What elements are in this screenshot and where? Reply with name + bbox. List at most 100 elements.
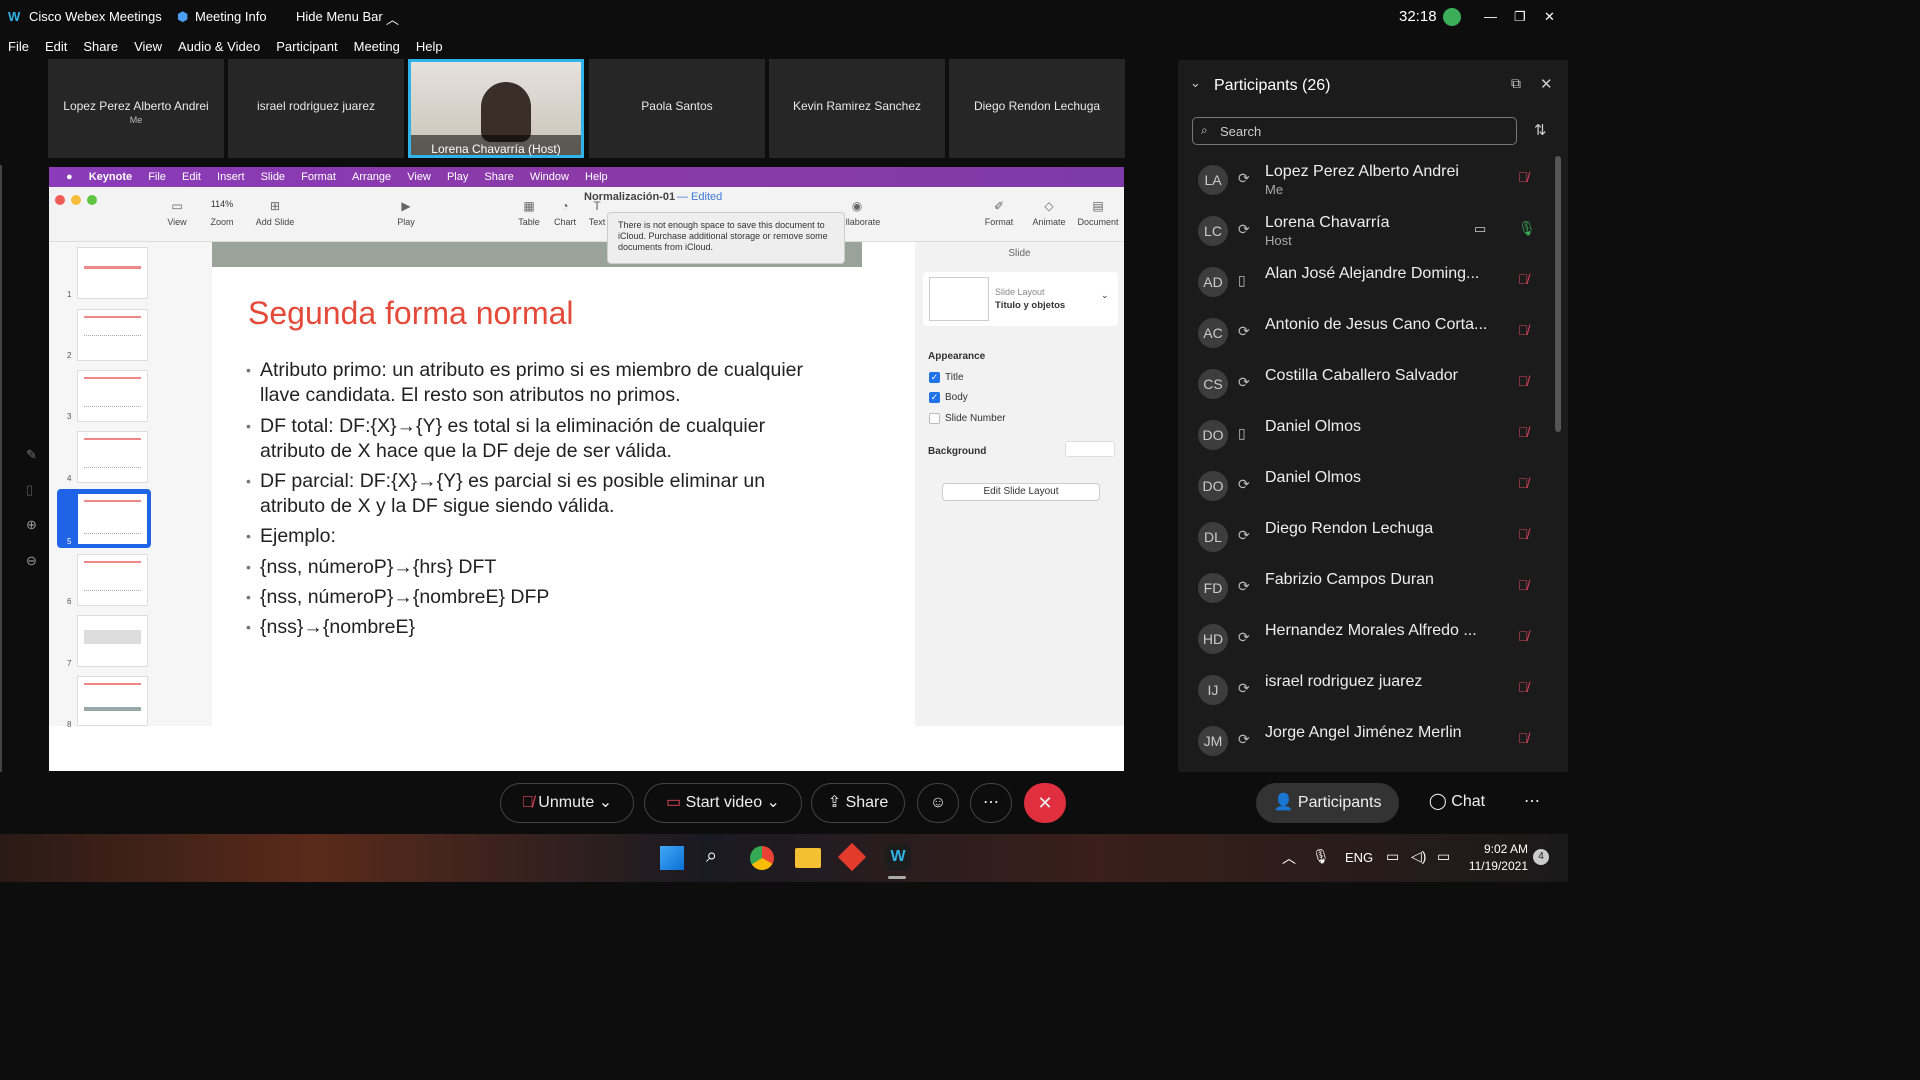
video-tile[interactable]: Diego Rendon Lechuga — [949, 59, 1125, 158]
file-explorer-icon[interactable] — [795, 848, 821, 868]
webex-taskbar-icon[interactable]: W — [885, 844, 911, 870]
inspector-tab[interactable]: Slide — [915, 248, 1124, 259]
menu-participant[interactable]: Participant — [276, 39, 337, 54]
participant-row[interactable]: AC ⟳ Antonio de Jesus Cano Corta... 🎙̸ — [1178, 308, 1558, 359]
slide-thumbnail[interactable] — [77, 554, 148, 606]
hide-menu-bar-button[interactable]: Hide Menu Bar — [296, 9, 383, 24]
body-checkbox[interactable]: ✓ — [929, 392, 940, 403]
video-tile-active-speaker[interactable]: Lorena Chavarría (Host) — [408, 59, 584, 158]
popout-icon[interactable]: ⧉ — [1511, 75, 1521, 92]
slide-thumbnail-selected[interactable] — [77, 493, 148, 545]
keynote-menu-help[interactable]: Help — [585, 171, 608, 183]
participant-row[interactable]: JM ⟳ Jorge Angel Jiménez Merlin 🎙̸ — [1178, 716, 1558, 767]
video-tile[interactable]: israel rodriguez juarez — [228, 59, 404, 158]
sort-icon[interactable]: ⇅ — [1534, 121, 1547, 139]
menu-audio-video[interactable]: Audio & Video — [178, 39, 260, 54]
zoom-button[interactable]: Zoom — [197, 217, 247, 227]
app-icon[interactable] — [837, 842, 867, 872]
clock-time[interactable]: 9:02 AM — [1470, 842, 1528, 856]
clock-date[interactable]: 11/19/2021 — [1468, 859, 1528, 873]
keynote-menu-view[interactable]: View — [407, 171, 431, 183]
background-color-well[interactable] — [1065, 441, 1115, 457]
active-mic-icon[interactable]: 🎙 — [1518, 220, 1536, 237]
muted-mic-icon[interactable]: 🎙̸ — [1518, 475, 1529, 491]
muted-mic-icon[interactable]: 🎙̸ — [1518, 424, 1529, 440]
keynote-menu-file[interactable]: File — [148, 171, 166, 183]
menu-edit[interactable]: Edit — [45, 39, 67, 54]
scrollbar[interactable] — [1555, 156, 1561, 432]
edit-slide-layout-button[interactable]: Edit Slide Layout — [942, 483, 1100, 501]
muted-mic-icon[interactable]: 🎙̸ — [1518, 169, 1529, 185]
signal-icon[interactable] — [1443, 8, 1461, 26]
video-tile[interactable]: Lopez Perez Alberto Andrei Me — [48, 59, 224, 158]
view-button[interactable]: View — [152, 217, 202, 227]
participant-row[interactable]: FD ⟳ Fabrizio Campos Duran 🎙̸ — [1178, 563, 1558, 614]
slide-thumbnail[interactable] — [77, 615, 148, 667]
participant-row[interactable]: IJ ⟳ israel rodriguez juarez 🎙̸ — [1178, 665, 1558, 716]
video-tile[interactable]: Paola Santos — [589, 59, 765, 158]
participant-row[interactable]: LA ⟳ Lopez Perez Alberto Andrei Me 🎙̸ — [1178, 155, 1558, 206]
chevron-up-icon[interactable]: ︿ — [1282, 848, 1296, 868]
play-button[interactable]: Play — [381, 217, 431, 227]
minimize-icon[interactable]: — — [1484, 9, 1497, 24]
chrome-icon[interactable] — [750, 846, 774, 870]
participants-button[interactable]: 👤 Participants — [1256, 783, 1399, 823]
chevron-up-icon[interactable]: ︿ — [386, 9, 399, 28]
keynote-menu-app[interactable]: Keynote — [89, 171, 132, 183]
collapse-chevron-icon[interactable]: ⌄ — [1190, 75, 1201, 91]
add-slide-button[interactable]: Add Slide — [250, 217, 300, 227]
trash-icon[interactable]: ▯ — [26, 482, 33, 498]
reactions-icon[interactable]: ☺ — [917, 783, 959, 823]
windows-start-icon[interactable] — [660, 846, 684, 870]
participant-row[interactable]: CS ⟳ Costilla Caballero Salvador 🎙̸ — [1178, 359, 1558, 410]
unmute-button[interactable]: 🎙̸ Unmute ⌄ — [500, 783, 634, 823]
slide-thumbnail[interactable] — [77, 309, 148, 361]
language-indicator[interactable]: ENG — [1345, 850, 1373, 865]
keynote-menu-play[interactable]: Play — [447, 171, 468, 183]
shared-screen[interactable]: ● Keynote File Edit Insert Slide Format … — [49, 167, 1124, 771]
muted-mic-icon[interactable]: 🎙̸ — [1518, 730, 1529, 746]
keynote-menu-format[interactable]: Format — [301, 171, 336, 183]
keynote-menu-edit[interactable]: Edit — [182, 171, 201, 183]
collaborate-button[interactable]: llaborate — [838, 217, 888, 227]
participant-row[interactable]: DO ⟳ Daniel Olmos 🎙̸ — [1178, 461, 1558, 512]
start-video-button[interactable]: ▭ Start video ⌄ — [644, 783, 802, 823]
document-button[interactable]: Document — [1073, 217, 1123, 227]
menu-file[interactable]: File — [8, 39, 29, 54]
slide-thumbnail[interactable] — [77, 370, 148, 422]
chat-button[interactable]: ◯ Chat — [1413, 783, 1501, 823]
menu-share[interactable]: Share — [83, 39, 118, 54]
muted-mic-icon[interactable]: 🎙̸ — [1518, 628, 1529, 644]
muted-mic-icon[interactable]: 🎙̸ — [1518, 373, 1529, 389]
menu-help[interactable]: Help — [416, 39, 443, 54]
keynote-menu-window[interactable]: Window — [530, 171, 569, 183]
muted-mic-icon[interactable]: 🎙̸ — [1518, 577, 1529, 593]
meeting-info-button[interactable]: Meeting Info — [195, 9, 267, 24]
restore-icon[interactable]: ❐ — [1514, 9, 1526, 25]
muted-mic-icon[interactable]: 🎙̸ — [1518, 271, 1529, 287]
apple-icon[interactable]: ● — [66, 171, 73, 183]
video-camera-icon[interactable]: ▭ — [1474, 221, 1486, 237]
slide-canvas[interactable]: Segunda forma normal Atributo primo: un … — [212, 267, 862, 726]
keynote-menu-slide[interactable]: Slide — [261, 171, 285, 183]
search-taskbar-icon[interactable]: ⌕ — [706, 845, 717, 868]
muted-mic-icon[interactable]: 🎙̸ — [1518, 679, 1529, 695]
microphone-icon[interactable]: 🎙 — [1312, 848, 1330, 865]
muted-mic-icon[interactable]: 🎙̸ — [1518, 322, 1529, 338]
end-call-icon[interactable]: ✕ — [1024, 783, 1066, 823]
participant-row[interactable]: HD ⟳ Hernandez Morales Alfredo ... 🎙̸ — [1178, 614, 1558, 665]
layout-selector[interactable]: Slide Layout Título y objetos ⌄ — [923, 272, 1118, 326]
muted-mic-icon[interactable]: 🎙̸ — [1518, 526, 1529, 542]
participant-row[interactable]: DL ⟳ Diego Rendon Lechuga 🎙̸ — [1178, 512, 1558, 563]
participant-row[interactable]: LC ⟳ Lorena Chavarría Host ▭ 🎙 — [1178, 206, 1558, 257]
share-button[interactable]: ⇪ Share — [811, 783, 905, 823]
animate-button[interactable]: Animate — [1024, 217, 1074, 227]
zoom-value[interactable]: 114% — [197, 199, 247, 209]
search-input[interactable]: ⌕ Search — [1192, 117, 1517, 145]
minimize-window-icon[interactable] — [71, 195, 81, 205]
close-icon[interactable]: ✕ — [1544, 9, 1555, 25]
zoom-out-icon[interactable]: ⊖ — [26, 553, 37, 569]
volume-icon[interactable]: ◁) — [1411, 848, 1426, 865]
slide-thumbnail[interactable] — [77, 247, 148, 299]
keynote-menu-insert[interactable]: Insert — [217, 171, 245, 183]
